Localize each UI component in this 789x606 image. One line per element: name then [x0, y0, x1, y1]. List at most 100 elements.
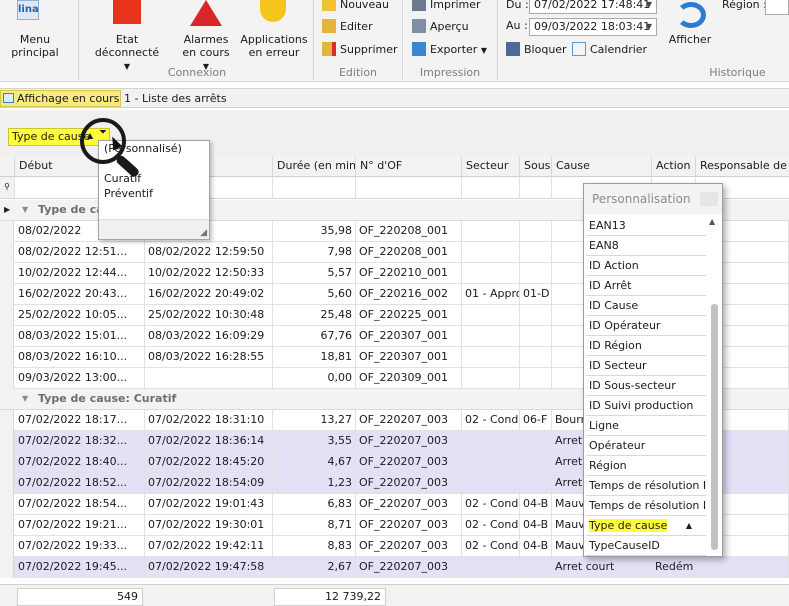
column-header-action[interactable]: Action: [652, 156, 696, 177]
row-indicator[interactable]: [0, 221, 14, 242]
cell-fin: 08/02/2022 12:59:50: [145, 242, 273, 262]
row-indicator[interactable]: [0, 536, 14, 557]
cell-secteur: 02 - Condit: [462, 494, 520, 514]
row-indicator[interactable]: [0, 242, 14, 263]
column-header-secteur[interactable]: Secteur: [462, 156, 520, 177]
afficher-button[interactable]: Afficher: [664, 33, 716, 46]
customization-item[interactable]: ID Opérateur: [586, 316, 706, 336]
customization-item-label: ID Opérateur: [589, 319, 661, 332]
customization-item-label: EAN8: [589, 239, 619, 252]
filter-cell[interactable]: [462, 177, 520, 198]
separator: [402, 0, 403, 80]
filter-cell[interactable]: [356, 177, 462, 198]
cell-debut: 25/02/2022 10:05...: [15, 305, 145, 325]
scroll-up-icon[interactable]: ▲: [709, 217, 715, 226]
calendar-icon: [572, 42, 586, 56]
row-indicator[interactable]: [0, 326, 14, 347]
row-indicator[interactable]: [0, 452, 14, 473]
cell-secteur: [462, 263, 520, 283]
row-indicator[interactable]: [0, 494, 14, 515]
customization-item[interactable]: Temps de résolution I...: [586, 476, 706, 496]
cell-secteur: [462, 452, 520, 472]
nouveau-button[interactable]: Nouveau: [322, 0, 389, 14]
cell-debut: 07/02/2022 19:45...: [15, 557, 145, 577]
chevron-down-icon[interactable]: ▼: [22, 200, 28, 220]
affichage-value[interactable]: 1 - Liste des arrêts: [124, 92, 227, 105]
column-header-of[interactable]: N° d'OF: [356, 156, 462, 177]
column-header-responsable[interactable]: Responsable de p: [696, 156, 789, 177]
cell-of: OF_220309_001: [356, 368, 462, 388]
customization-close-button[interactable]: [700, 192, 718, 206]
imprimer-button[interactable]: Imprimer: [412, 0, 481, 14]
cell-debut: 07/02/2022 18:52...: [15, 473, 145, 493]
row-indicator[interactable]: [0, 347, 14, 368]
row-indicator[interactable]: [0, 263, 14, 284]
region-field[interactable]: [765, 0, 789, 15]
cell-debut: 10/02/2022 12:44...: [15, 263, 145, 283]
table-row[interactable]: 07/02/2022 19:45... 07/02/2022 19:47:58 2,…: [0, 557, 789, 578]
customization-item[interactable]: Type de cause ▲: [586, 516, 706, 536]
supprimer-button[interactable]: Supprimer: [322, 41, 398, 59]
applications-warning-icon: [260, 0, 286, 22]
customization-item[interactable]: ID Sous-secteur: [586, 376, 706, 396]
row-indicator[interactable]: [0, 515, 14, 536]
customization-item-label: Région: [589, 459, 627, 472]
filter-cell[interactable]: [273, 177, 356, 198]
row-indicator[interactable]: [0, 368, 14, 389]
bloquer-button[interactable]: Bloquer: [506, 41, 567, 59]
cell-secteur: 02 - Condit: [462, 410, 520, 430]
cell-of: OF_220208_001: [356, 221, 462, 241]
customization-item[interactable]: Temps de résolution I...: [586, 496, 706, 516]
cell-of: OF_220210_001: [356, 263, 462, 283]
cell-of: OF_220307_001: [356, 347, 462, 367]
column-header-cause[interactable]: Cause: [552, 156, 652, 177]
filter-option-preventif[interactable]: Préventif: [104, 187, 153, 200]
row-indicator[interactable]: [0, 284, 14, 305]
customization-item[interactable]: Région: [586, 456, 706, 476]
customization-item[interactable]: EAN13: [586, 216, 706, 236]
customization-item[interactable]: Opérateur: [586, 436, 706, 456]
customization-item[interactable]: Ligne: [586, 416, 706, 436]
customization-item[interactable]: ID Action: [586, 256, 706, 276]
calendrier-button[interactable]: Calendrier: [572, 41, 647, 59]
affichage-label: Affichage en cours :: [0, 90, 121, 120]
customization-scrollbar[interactable]: ▲: [708, 216, 720, 554]
column-header-sous[interactable]: Sous: [520, 156, 552, 177]
cell-fin: 07/02/2022 18:36:14: [145, 431, 273, 451]
row-indicator[interactable]: [0, 557, 14, 578]
filter-cell[interactable]: [520, 177, 552, 198]
scroll-thumb[interactable]: [711, 304, 718, 550]
chevron-down-icon[interactable]: ▼: [22, 389, 28, 409]
row-indicator[interactable]: [0, 305, 14, 326]
cell-debut: 16/02/2022 20:43...: [15, 284, 145, 304]
menu-principal-button[interactable]: Menu principal: [0, 33, 70, 59]
customization-item[interactable]: ID Suivi production: [586, 396, 706, 416]
chevron-down-icon[interactable]: ▼: [642, 19, 656, 35]
cell-sous: [520, 452, 552, 472]
customization-item-label: ID Secteur: [589, 359, 647, 372]
column-header-duree[interactable]: Durée (en min.): [273, 156, 356, 177]
customization-item[interactable]: ID Arrêt: [586, 276, 706, 296]
apercu-button[interactable]: Aperçu: [412, 18, 469, 36]
exporter-button[interactable]: Exporter ▼: [412, 41, 487, 59]
applications-en-erreur-button[interactable]: Applications en erreur: [240, 33, 308, 59]
customization-item[interactable]: ID Région: [586, 336, 706, 356]
customization-item[interactable]: ID Secteur: [586, 356, 706, 376]
row-indicator[interactable]: [0, 410, 14, 431]
customization-item[interactable]: TypeCauseID: [586, 536, 706, 556]
du-date-field[interactable]: 07/02/2022 17:48:41 ▼: [529, 0, 657, 14]
cell-of: OF_220307_001: [356, 326, 462, 346]
row-indicator[interactable]: [0, 473, 14, 494]
chevron-down-icon[interactable]: ▼: [642, 0, 656, 13]
au-date-field[interactable]: 09/03/2022 18:03:41 ▼: [529, 18, 657, 36]
customization-item[interactable]: EAN8: [586, 236, 706, 256]
refresh-icon: [676, 2, 706, 28]
customization-item[interactable]: ID Cause: [586, 296, 706, 316]
row-indicator[interactable]: [0, 431, 14, 452]
editer-button[interactable]: Editer: [322, 18, 373, 36]
du-label: Du :: [506, 0, 529, 11]
filter-funnel-icon[interactable]: ⏷: [99, 127, 107, 138]
cell-secteur: [462, 557, 520, 577]
resize-grip-icon[interactable]: ◢: [200, 228, 207, 238]
cell-fin: 07/02/2022 18:31:10: [145, 410, 273, 430]
